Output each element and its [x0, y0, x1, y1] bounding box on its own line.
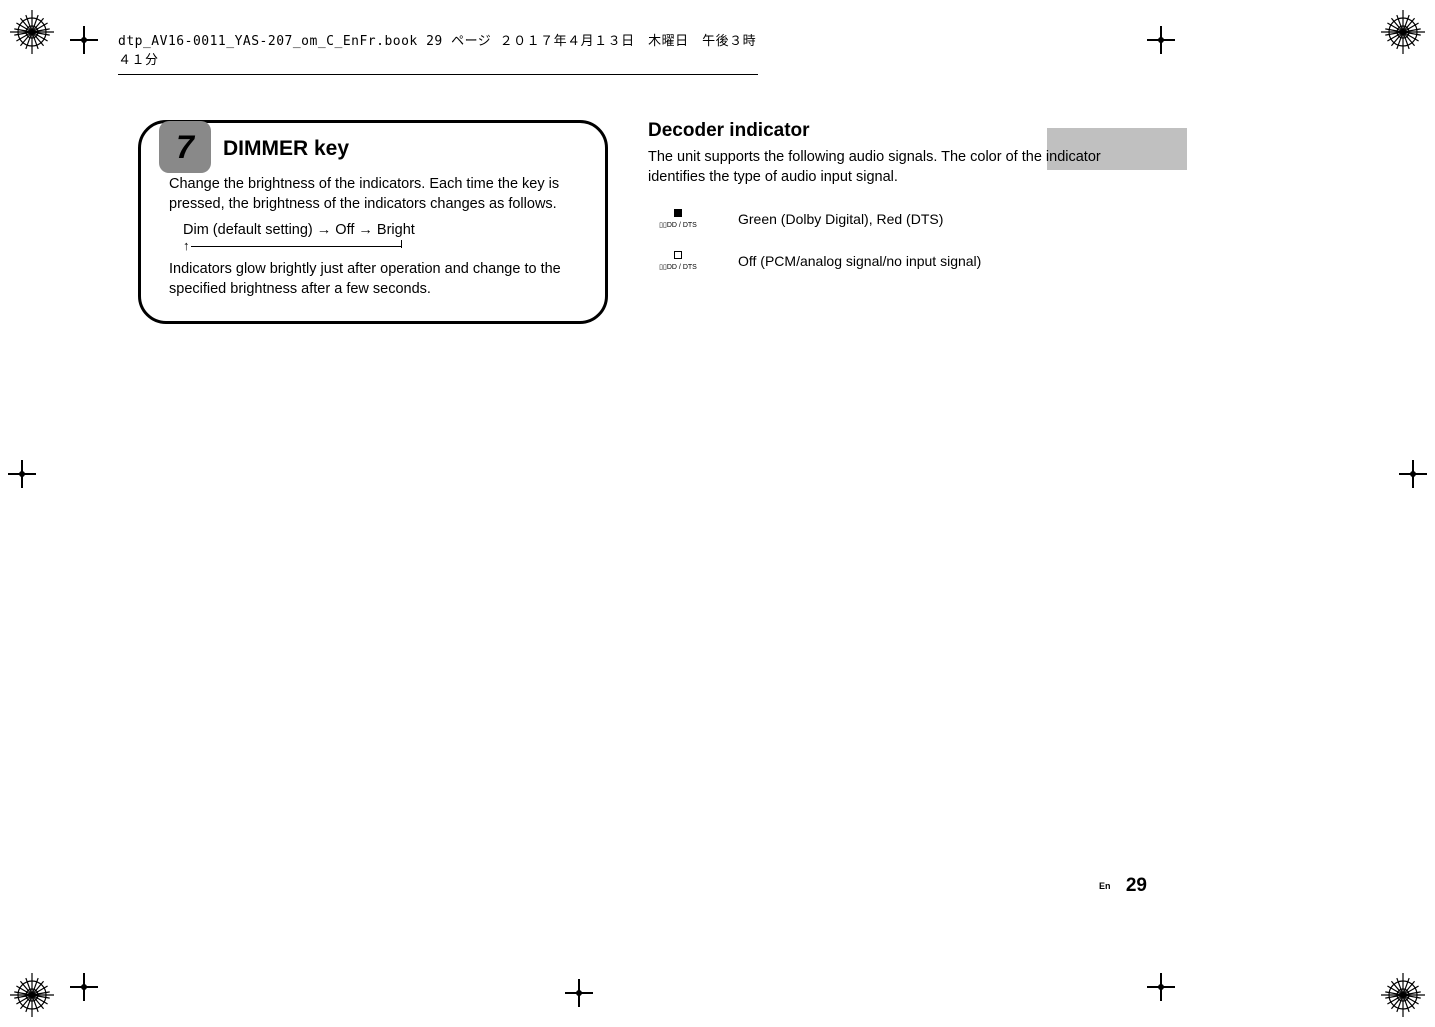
indicator-description: Green (Dolby Digital), Red (DTS) — [738, 211, 943, 227]
callout-paragraph: Change the brightness of the indicators.… — [169, 175, 577, 214]
registration-mark-icon — [1379, 8, 1427, 56]
indicator-label: ▯▯DD / DTS — [648, 221, 708, 229]
crop-mark-icon — [70, 973, 98, 1001]
callout-title: DIMMER key — [223, 137, 349, 161]
crop-mark-icon — [1399, 460, 1427, 488]
crop-mark-icon — [70, 26, 98, 54]
footer-language: En — [1099, 881, 1111, 891]
section-heading: Decoder indicator — [648, 120, 1118, 142]
indicator-description: Off (PCM/analog signal/no input signal) — [738, 253, 981, 269]
print-header-text: dtp_AV16-0011_YAS-207_om_C_EnFr.book 29 … — [118, 30, 758, 68]
indicator-row: ▯▯DD / DTS Green (Dolby Digital), Red (D… — [648, 209, 1118, 229]
cycle-return-arrow-icon: ↑ — [183, 240, 577, 254]
brightness-cycle: Dim (default setting) → Off → Bright ↑ — [183, 222, 577, 254]
led-off-icon — [674, 251, 682, 259]
crop-mark-icon — [8, 460, 36, 488]
crop-mark-icon — [565, 979, 593, 1007]
registration-mark-icon — [1379, 971, 1427, 1019]
callout-paragraph: Indicators glow brightly just after oper… — [169, 260, 577, 299]
registration-mark-icon — [8, 8, 56, 56]
crop-mark-icon — [1147, 973, 1175, 1001]
registration-mark-icon — [8, 971, 56, 1019]
print-header: dtp_AV16-0011_YAS-207_om_C_EnFr.book 29 … — [118, 30, 758, 75]
indicator-row: ▯▯DD / DTS Off (PCM/analog signal/no inp… — [648, 251, 1118, 271]
callout-number-badge: 7 — [159, 121, 211, 173]
indicator-label: ▯▯DD / DTS — [648, 263, 708, 271]
callout-number: 7 — [176, 129, 194, 166]
section-intro: The unit supports the following audio si… — [648, 148, 1118, 187]
led-on-icon — [674, 209, 682, 217]
dd-dts-indicator-icon: ▯▯DD / DTS — [648, 251, 708, 271]
footer-page-number: 29 — [1126, 875, 1147, 896]
page-footer: En 29 — [1099, 875, 1147, 897]
page: dtp_AV16-0011_YAS-207_om_C_EnFr.book 29 … — [0, 0, 1435, 1027]
crop-mark-icon — [1147, 26, 1175, 54]
dimmer-callout: 7 DIMMER key Change the brightness of th… — [138, 120, 608, 324]
brightness-cycle-text: Dim (default setting) → Off → Bright — [183, 222, 577, 238]
right-column: Decoder indicator The unit supports the … — [648, 120, 1118, 271]
left-column: 7 DIMMER key Change the brightness of th… — [138, 120, 608, 324]
dd-dts-indicator-icon: ▯▯DD / DTS — [648, 209, 708, 229]
content-area: 7 DIMMER key Change the brightness of th… — [138, 120, 1147, 897]
print-header-rule — [118, 74, 758, 75]
